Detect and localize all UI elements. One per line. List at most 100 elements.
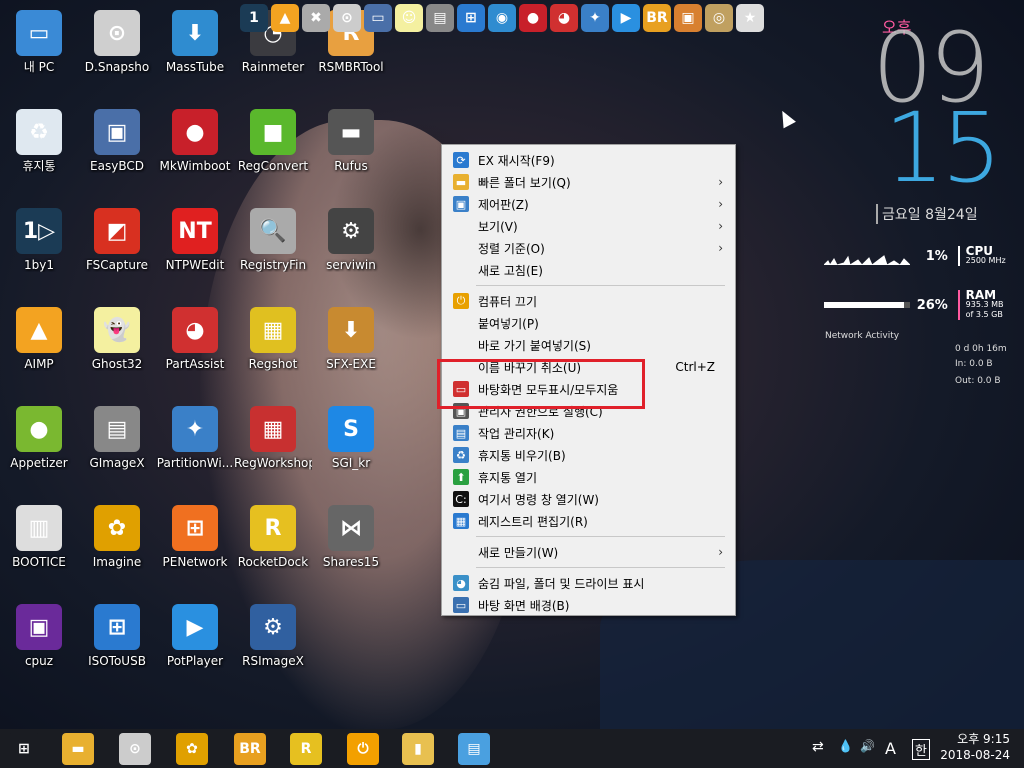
desktop-icon-label: SGI_kr: [331, 456, 371, 470]
desktop-icon[interactable]: ⚙ serviwin: [312, 200, 390, 288]
context-menu-item[interactable]: ◕ 숨김 파일, 폴더 및 드라이브 표시: [444, 572, 733, 594]
1by1-icon[interactable]: 1: [240, 4, 268, 32]
desktop-icon[interactable]: ● Appetizer: [0, 398, 78, 486]
menu-icon-placeholder: [453, 315, 469, 331]
drop-tray-icon[interactable]: 💧: [838, 739, 853, 753]
desktop-icon[interactable]: ⬇ MassTube: [156, 2, 234, 90]
aimp-icon[interactable]: ▲: [271, 4, 299, 32]
windows-icon[interactable]: ⊞: [457, 4, 485, 32]
context-menu-item[interactable]: C: 여기서 명령 창 열기(W): [444, 488, 733, 510]
desktop-icon[interactable]: ▭ 내 PC: [0, 2, 78, 90]
desktop-icon[interactable]: ♻ 휴지통: [0, 101, 78, 189]
context-menu-item[interactable]: ▭ 바탕 화면 배경(B): [444, 594, 733, 616]
network-tray-icon[interactable]: ⇄: [812, 739, 824, 755]
desktop-icon-label: RSMBRTool: [318, 60, 384, 74]
computer-icon: ▭: [16, 10, 62, 56]
context-menu-item[interactable]: 붙여넣기(P): [444, 312, 733, 334]
desktop-icon[interactable]: R RocketDock: [234, 497, 312, 585]
desktop-icon[interactable]: ● MkWimboot: [156, 101, 234, 189]
desktop-icon[interactable]: ▥ BOOTICE: [0, 497, 78, 585]
context-menu-item[interactable]: 바로 가기 붙여넣기(S): [444, 334, 733, 356]
menu-item-label: 숨김 파일, 폴더 및 드라이브 표시: [478, 576, 645, 591]
power-icon[interactable]: ⏻: [347, 733, 379, 765]
desktop-icon[interactable]: 1▷ 1by1: [0, 200, 78, 288]
globe-icon[interactable]: ◉: [488, 4, 516, 32]
context-menu-item[interactable]: 보기(V) ›: [444, 215, 733, 237]
context-menu-item[interactable]: ▣ 제어판(Z) ›: [444, 193, 733, 215]
desktop-icon[interactable]: ▤ GImageX: [78, 398, 156, 486]
ime-hangul-icon[interactable]: 한: [912, 739, 930, 760]
desktop-icon[interactable]: ⊙ D.Snapsho: [78, 2, 156, 90]
rocketdock-icon[interactable]: R: [290, 733, 322, 765]
desktop-icon[interactable]: ▦ Regshot: [234, 299, 312, 387]
wand-icon[interactable]: ✦: [581, 4, 609, 32]
ime-alpha-icon[interactable]: A: [885, 739, 896, 758]
desktop-icon[interactable]: S SGI_kr: [312, 398, 390, 486]
desktop-icon[interactable]: ◕ PartAssist: [156, 299, 234, 387]
iso-usb-icon: ⊞: [94, 604, 140, 650]
desktop-icon[interactable]: ⋈ Shares15: [312, 497, 390, 585]
desktop-icon[interactable]: ⬇ SFX-EXE: [312, 299, 390, 387]
context-menu-item[interactable]: ▦ 레지스트리 편집기(R): [444, 510, 733, 532]
disc-icon[interactable]: ◎: [705, 4, 733, 32]
drive-icon[interactable]: ⊙: [333, 4, 361, 32]
context-menu-item[interactable]: ▤ 작업 관리자(K): [444, 422, 733, 444]
play-icon[interactable]: ▶: [612, 4, 640, 32]
notepad-icon[interactable]: ▤: [458, 733, 490, 765]
context-menu-item[interactable]: ⟳ EX 재시작(F9): [444, 149, 733, 171]
desktop-icon[interactable]: ■ RegConvert: [234, 101, 312, 189]
context-menu-item[interactable]: ⬆ 휴지통 열기: [444, 466, 733, 488]
1by1-icon: 1▷: [16, 208, 62, 254]
desktop-icon[interactable]: NT NTPWEdit: [156, 200, 234, 288]
desktop-icon[interactable]: ▦ RegWorkshop: [234, 398, 312, 486]
desktop-icon-label: cpuz: [24, 654, 54, 668]
partassist-icon[interactable]: ◕: [550, 4, 578, 32]
gimagex-icon[interactable]: ▤: [426, 4, 454, 32]
br-icon[interactable]: BR: [234, 733, 266, 765]
desktop-icon[interactable]: ◩ FSCapture: [78, 200, 156, 288]
desktop-icon[interactable]: ▣ cpuz: [0, 596, 78, 684]
menu-item-label: 정렬 기준(O): [478, 241, 545, 256]
camera-icon[interactable]: ▣: [674, 4, 702, 32]
desktop-icon[interactable]: ▶ PotPlayer: [156, 596, 234, 684]
folder-icon[interactable]: ▮: [402, 733, 434, 765]
context-menu-item[interactable]: 새로 고침(E): [444, 259, 733, 281]
usb-drive-icon: ▬: [328, 109, 374, 155]
desktop-icon[interactable]: ✿ Imagine: [78, 497, 156, 585]
desktop-icon[interactable]: ⊞ ISOToUSB: [78, 596, 156, 684]
context-menu-item[interactable]: 새로 만들기(W) ›: [444, 541, 733, 563]
network-uptime: 0 d 0h 16m: [955, 344, 1007, 354]
desktop-icon[interactable]: ▣ EasyBCD: [78, 101, 156, 189]
context-menu-item[interactable]: ⏻ 컴퓨터 끄기: [444, 290, 733, 312]
desktop-icon[interactable]: ⊞ PENetwork: [156, 497, 234, 585]
aimp-icon: ▲: [16, 307, 62, 353]
desktop-icon[interactable]: ▲ AIMP: [0, 299, 78, 387]
drive-icon[interactable]: ⊙: [119, 733, 151, 765]
key-icon: NT: [172, 208, 218, 254]
desktop-icon-label: PartitionWi...: [156, 456, 234, 470]
sunflower-icon[interactable]: ✿: [176, 733, 208, 765]
tools-icon[interactable]: ✖: [302, 4, 330, 32]
desktop-icon-label: PotPlayer: [166, 654, 224, 668]
desktop-icon[interactable]: ⚙ RSImageX: [234, 596, 312, 684]
bag-icon[interactable]: ★: [736, 4, 764, 32]
laptop-icon[interactable]: ▭: [364, 4, 392, 32]
desktop-icon[interactable]: ▬ Rufus: [312, 101, 390, 189]
volume-tray-icon[interactable]: 🔊: [860, 739, 875, 753]
windows-start-icon[interactable]: ⊞: [8, 733, 40, 765]
ladybug-icon[interactable]: ●: [519, 4, 547, 32]
context-menu-item[interactable]: ♻ 휴지통 비우기(B): [444, 444, 733, 466]
network-activity-title: Network Activity: [825, 331, 900, 341]
chevron-right-icon: ›: [718, 545, 723, 559]
ghost-icon[interactable]: ☺: [395, 4, 423, 32]
context-menu-item[interactable]: 정렬 기준(O) ›: [444, 237, 733, 259]
context-menu-item[interactable]: ▬ 빠른 폴더 보기(Q) ›: [444, 171, 733, 193]
desktop-icon[interactable]: ✦ PartitionWi...: [156, 398, 234, 486]
br-icon[interactable]: BR: [643, 4, 671, 32]
network-out: Out: 0.0 B: [955, 376, 1001, 386]
ghost-icon: 👻: [94, 307, 140, 353]
file-explorer-icon[interactable]: ▬: [62, 733, 94, 765]
desktop-icon[interactable]: 🔍 RegistryFin: [234, 200, 312, 288]
desktop-icon[interactable]: 👻 Ghost32: [78, 299, 156, 387]
taskbar-clock[interactable]: 오후 9:15 2018-08-24: [940, 731, 1010, 763]
